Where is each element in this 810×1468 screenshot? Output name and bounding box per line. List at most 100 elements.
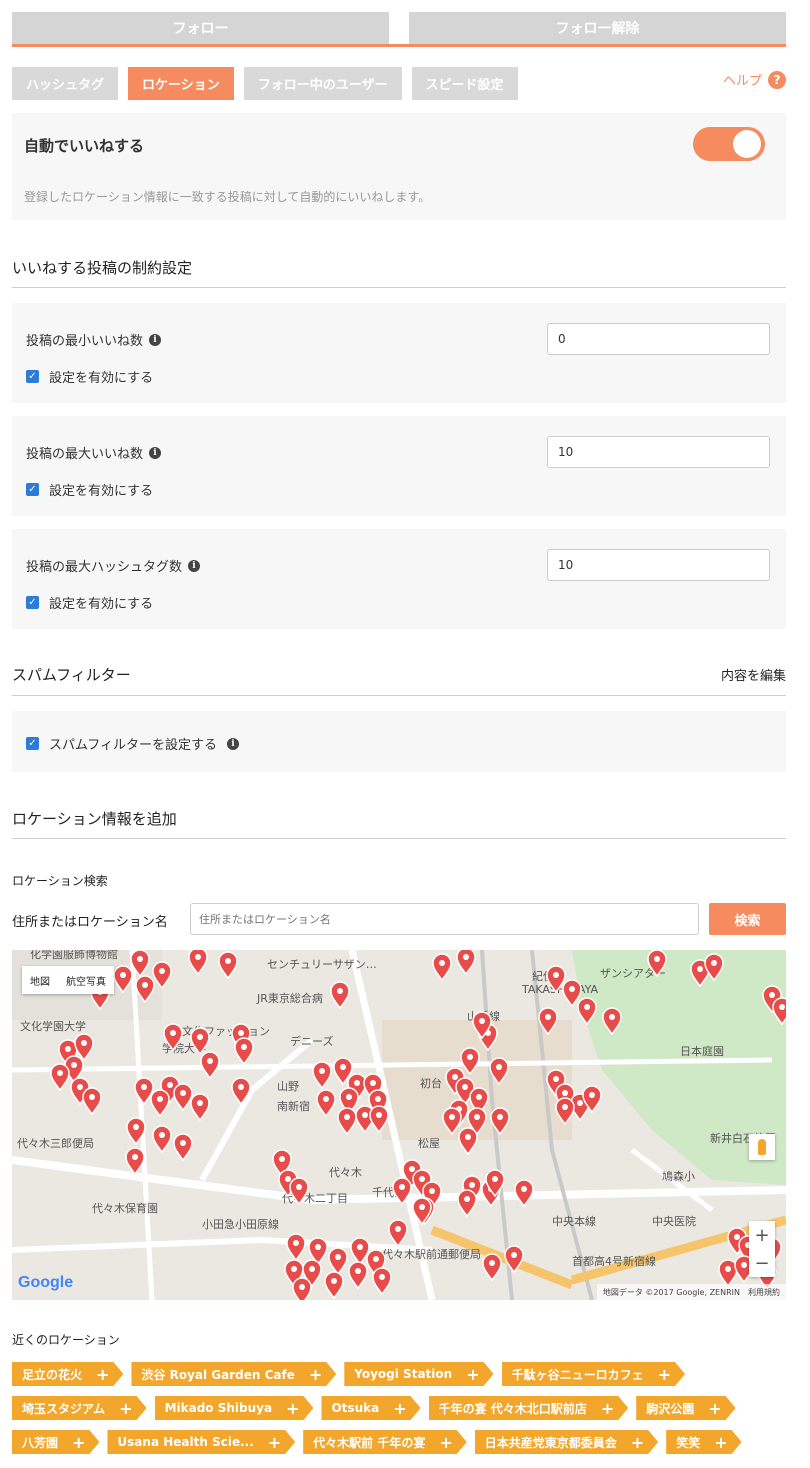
location-pin[interactable] xyxy=(218,951,238,980)
location-pin[interactable] xyxy=(457,1189,477,1218)
location-chip[interactable]: 千年の宴 代々木北口駅前店 + xyxy=(429,1396,629,1420)
location-chip[interactable]: Yoyogi Station + xyxy=(344,1362,493,1386)
pin-marker xyxy=(125,1147,145,1176)
checkbox-checked-icon[interactable]: ✓ xyxy=(26,483,39,496)
location-pin[interactable] xyxy=(292,1277,312,1300)
plus-icon[interactable]: + xyxy=(631,1433,644,1452)
plus-icon[interactable]: + xyxy=(393,1399,406,1418)
location-chip[interactable]: 代々木駅前 千年の宴 + xyxy=(303,1430,467,1454)
location-pin[interactable] xyxy=(134,1077,154,1106)
pin-center xyxy=(357,1244,363,1250)
plus-icon[interactable]: + xyxy=(72,1433,85,1452)
min-likes-input[interactable] xyxy=(547,323,770,355)
location-pin[interactable] xyxy=(82,1087,102,1116)
zoom-in-button[interactable]: + xyxy=(749,1221,775,1249)
checkbox-checked-icon[interactable]: ✓ xyxy=(26,596,39,609)
tab-unfollow[interactable]: フォロー解除 xyxy=(409,12,786,44)
location-chip[interactable]: 日本共産党東京都委員会 + xyxy=(475,1430,658,1454)
location-pin[interactable] xyxy=(482,1253,502,1282)
location-chip[interactable]: Mikado Shibuya + xyxy=(155,1396,314,1420)
autolike-toggle[interactable] xyxy=(693,127,765,161)
location-chip[interactable]: Usana Health Scie... + xyxy=(107,1430,295,1454)
location-pin[interactable] xyxy=(456,950,476,976)
zoom-out-button[interactable]: − xyxy=(749,1249,775,1277)
location-pin[interactable] xyxy=(372,1267,392,1296)
tab-speed-settings[interactable]: スピード設定 xyxy=(411,67,518,100)
location-pin[interactable] xyxy=(200,1051,220,1080)
location-chip[interactable]: 渋谷 Royal Garden Cafe + xyxy=(131,1362,336,1386)
plus-icon[interactable]: + xyxy=(658,1365,671,1384)
pin-center xyxy=(497,1114,503,1120)
location-pin[interactable] xyxy=(324,1271,344,1300)
location-pin[interactable] xyxy=(348,1261,368,1290)
location-pin[interactable] xyxy=(234,1037,254,1066)
location-pin[interactable] xyxy=(152,1125,172,1154)
plus-icon[interactable]: + xyxy=(119,1399,132,1418)
search-button[interactable]: 検索 xyxy=(709,903,786,935)
location-chip[interactable]: Otsuka + xyxy=(321,1396,420,1420)
location-pin[interactable] xyxy=(188,950,208,976)
tab-follow[interactable]: フォロー xyxy=(12,12,389,44)
plus-icon[interactable]: + xyxy=(439,1433,452,1452)
location-pin[interactable] xyxy=(388,1219,408,1248)
tab-following-users[interactable]: フォロー中のユーザー xyxy=(243,67,402,100)
location-pin[interactable] xyxy=(514,1179,534,1208)
location-chip[interactable]: 埼玉スタジアム + xyxy=(12,1396,147,1420)
location-pin[interactable] xyxy=(337,1107,357,1136)
plus-icon[interactable]: + xyxy=(309,1365,322,1384)
location-chip[interactable]: 千駄ヶ谷ニューロカフェ + xyxy=(502,1362,685,1386)
plus-icon[interactable]: + xyxy=(466,1365,479,1384)
pin-center xyxy=(315,1244,321,1250)
location-pin[interactable] xyxy=(50,1063,70,1092)
info-icon[interactable]: i xyxy=(149,333,162,346)
help-link[interactable]: ヘルプ ? xyxy=(723,70,786,89)
location-pin[interactable] xyxy=(312,1061,332,1090)
plus-icon[interactable]: + xyxy=(268,1433,281,1452)
location-map[interactable]: 化学園服飾博物館センチュリーサザン…紀伊國ザンシアターTAKASHIMAYAJR… xyxy=(12,950,786,1300)
map-canvas[interactable]: 化学園服飾博物館センチュリーサザン…紀伊國ザンシアターTAKASHIMAYAJR… xyxy=(12,950,786,1300)
enable-checkbox[interactable]: ✓ 設定を有効にする xyxy=(26,367,153,386)
location-pin[interactable] xyxy=(432,953,452,982)
max-hashtags-input[interactable] xyxy=(547,549,770,581)
spam-filter-checkbox[interactable]: ✓ スパムフィルターを設定する i xyxy=(26,734,239,753)
location-pin[interactable] xyxy=(125,1147,145,1176)
plus-icon[interactable]: + xyxy=(96,1365,109,1384)
info-icon[interactable]: i xyxy=(226,737,239,750)
plus-icon[interactable]: + xyxy=(286,1399,299,1418)
info-icon[interactable]: i xyxy=(188,559,201,572)
location-pin[interactable] xyxy=(562,979,582,1008)
tab-hashtag[interactable]: ハッシュタグ xyxy=(12,67,119,100)
map-type-map[interactable]: 地図 xyxy=(22,973,58,988)
map-type-satellite[interactable]: 航空写真 xyxy=(58,973,114,988)
location-pin[interactable] xyxy=(316,1089,336,1118)
location-pin[interactable] xyxy=(330,981,350,1010)
location-chip[interactable]: 八芳園 + xyxy=(12,1430,99,1454)
enable-checkbox[interactable]: ✓ 設定を有効にする xyxy=(26,593,153,612)
street-view-icon[interactable] xyxy=(749,1134,775,1160)
location-pin[interactable] xyxy=(350,1237,370,1266)
location-pin[interactable] xyxy=(150,1089,170,1118)
location-pin[interactable] xyxy=(458,1127,478,1156)
plus-icon[interactable]: + xyxy=(708,1399,721,1418)
location-chip[interactable]: 駒沢公園 + xyxy=(636,1396,735,1420)
info-icon[interactable]: i xyxy=(149,446,162,459)
edit-content-link[interactable]: 内容を編集 xyxy=(721,665,786,684)
enable-checkbox[interactable]: ✓ 設定を有効にする xyxy=(26,480,153,499)
plus-icon[interactable]: + xyxy=(601,1399,614,1418)
terms-link[interactable]: 利用規約 xyxy=(748,1287,780,1298)
location-chip[interactable]: 笑笑 + xyxy=(666,1430,741,1454)
tab-location[interactable]: ロケーション xyxy=(128,67,234,100)
location-pin[interactable] xyxy=(190,1093,210,1122)
location-pin[interactable] xyxy=(718,1259,738,1288)
plus-icon[interactable]: + xyxy=(714,1433,727,1452)
location-pin[interactable] xyxy=(173,1083,193,1112)
address-search-input[interactable] xyxy=(190,903,699,935)
pin-center xyxy=(375,1096,381,1102)
checkbox-checked-icon[interactable]: ✓ xyxy=(26,737,39,750)
location-pin[interactable] xyxy=(173,1133,193,1162)
checkbox-checked-icon[interactable]: ✓ xyxy=(26,370,39,383)
max-likes-input[interactable] xyxy=(547,436,770,468)
location-chip[interactable]: 足立の花火 + xyxy=(12,1362,123,1386)
location-pin[interactable] xyxy=(328,1247,348,1276)
location-pin[interactable] xyxy=(286,1233,306,1262)
